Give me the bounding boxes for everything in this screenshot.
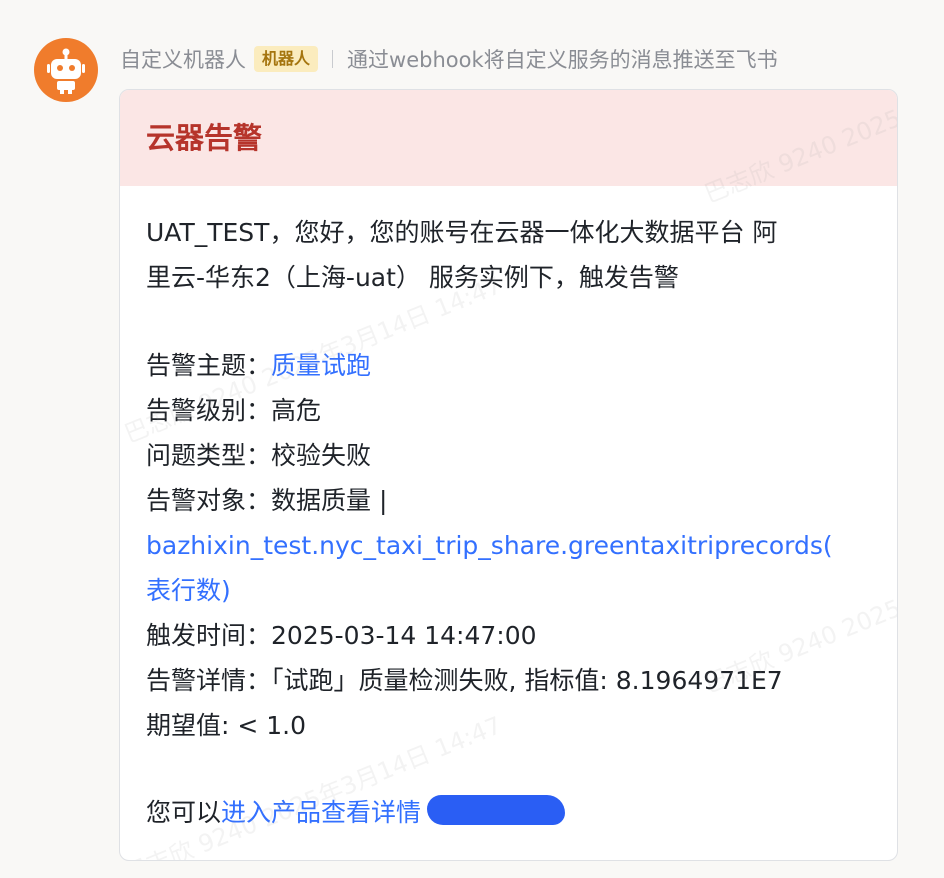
bot-avatar[interactable]	[34, 38, 98, 102]
alert-intro: UAT_TEST，您好，您的账号在云器一体化大数据平台 阿 里云-华东2（上海-…	[146, 210, 876, 300]
detail-label: 告警详情：	[146, 666, 272, 695]
problem-value: 校验失败	[271, 441, 372, 470]
robot-icon	[47, 48, 85, 94]
object-label: 告警对象：	[146, 486, 272, 515]
alert-card: 云器告警 UAT_TEST，您好，您的账号在云器一体化大数据平台 阿 里云-华东…	[119, 89, 898, 861]
object-value: 数据质量 |	[271, 486, 388, 515]
card-header: 云器告警	[120, 90, 897, 186]
time-label: 触发时间：	[146, 621, 272, 650]
field-trigger-time: 触发时间：2025-03-14 14:47:00	[146, 613, 876, 658]
topic-label: 告警主题：	[146, 351, 272, 380]
field-problem-type: 问题类型：校验失败	[146, 433, 876, 478]
object-link-line-2[interactable]: 表行数)	[146, 568, 876, 613]
card-title: 云器告警	[146, 121, 263, 155]
topic-link[interactable]: 质量试跑	[271, 351, 371, 380]
level-value: 高危	[271, 396, 322, 425]
field-topic: 告警主题：质量试跑	[146, 343, 876, 388]
bot-description: 通过webhook将自定义服务的消息推送至飞书	[347, 48, 778, 72]
bot-badge: 机器人	[254, 46, 319, 72]
problem-label: 问题类型：	[146, 441, 272, 470]
intro-line-1: UAT_TEST，您好，您的账号在云器一体化大数据平台 阿	[146, 218, 778, 247]
chat-message: 自定义机器人 机器人 通过webhook将自定义服务的消息推送至飞书 云器告警 …	[0, 0, 944, 878]
object-link-line-1[interactable]: bazhixin_test.nyc_taxi_trip_share.greent…	[146, 523, 876, 568]
view-details-link[interactable]: 进入产品查看详情	[221, 798, 421, 827]
field-level: 告警级别：高危	[146, 388, 876, 433]
alert-fields: 告警主题：质量试跑 告警级别：高危 问题类型：校验失败 告警对象：数据质量 | …	[146, 343, 876, 748]
footer-prefix: 您可以	[146, 798, 222, 827]
field-detail: 告警详情：「试跑」质量检测失败, 指标值: 8.1964971E7	[146, 658, 876, 703]
expected-value: 期望值: < 1.0	[146, 711, 307, 740]
card-footer: 您可以进入产品查看详情	[146, 790, 876, 835]
time-value: 2025-03-14 14:47:00	[271, 621, 537, 650]
level-label: 告警级别：	[146, 396, 272, 425]
redacted-block	[427, 795, 566, 825]
message-header: 自定义机器人 机器人 通过webhook将自定义服务的消息推送至飞书	[120, 44, 778, 74]
sender-name[interactable]: 自定义机器人	[120, 44, 246, 74]
detail-value: 「试跑」质量检测失败, 指标值: 8.1964971E7	[271, 666, 783, 695]
intro-line-2: 里云-华东2（上海-uat） 服务实例下，触发告警	[146, 263, 679, 292]
field-object: 告警对象：数据质量 |	[146, 478, 876, 523]
header-divider	[332, 50, 334, 68]
